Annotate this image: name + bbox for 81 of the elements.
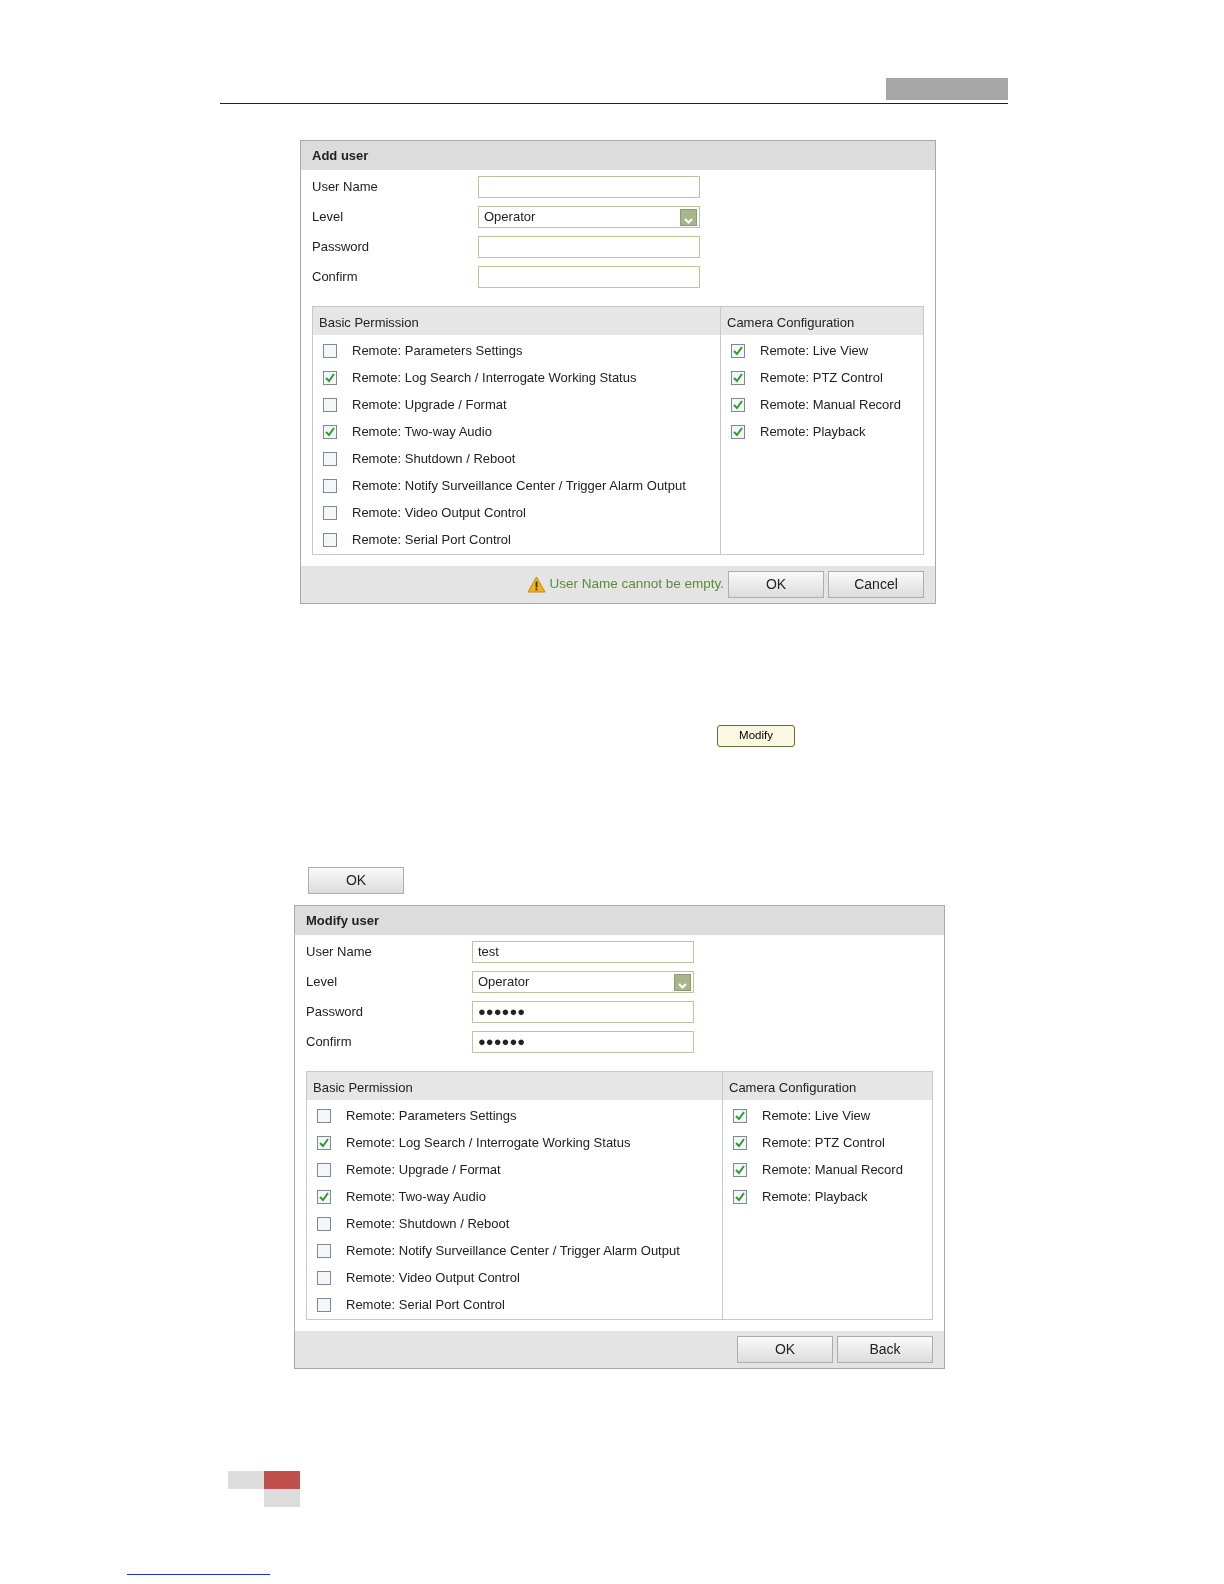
field-label: Password: [312, 238, 371, 257]
checkbox-label: Remote: Two-way Audio: [346, 1187, 486, 1206]
page-mark-drawing: [228, 1471, 300, 1507]
checkbox[interactable]: [733, 1162, 747, 1177]
checkbox[interactable]: [323, 397, 337, 412]
dialog-title: Add user: [301, 141, 935, 170]
checkbox[interactable]: [317, 1216, 331, 1231]
field-label: User Name: [312, 178, 379, 197]
input-field[interactable]: [478, 236, 700, 258]
level-dropdown[interactable]: Operator: [472, 971, 694, 993]
field-label: Confirm: [312, 268, 359, 287]
checkbox-label: Remote: Shutdown / Reboot: [346, 1214, 510, 1233]
checkbox-label: Remote: Live View: [760, 341, 869, 360]
checkbox-label: Remote: Manual Record: [762, 1160, 903, 1179]
checkbox[interactable]: [317, 1108, 331, 1123]
group-header: Basic Permission: [313, 307, 720, 335]
checkbox[interactable]: [317, 1270, 331, 1285]
field-label: User Name: [306, 943, 373, 962]
checkbox[interactable]: [323, 424, 337, 439]
checkbox-label: Remote: Serial Port Control: [346, 1295, 505, 1314]
checkbox[interactable]: [317, 1135, 331, 1150]
checkbox[interactable]: [733, 1189, 747, 1204]
field-label: Confirm: [306, 1033, 353, 1052]
checkbox[interactable]: [317, 1189, 331, 1204]
checkbox[interactable]: [323, 451, 337, 466]
checkbox[interactable]: [323, 343, 337, 358]
checkbox[interactable]: [317, 1243, 331, 1258]
checkbox[interactable]: [323, 505, 337, 520]
warning-message: User Name cannot be empty.: [549, 575, 724, 594]
checkbox-label: Remote: Parameters Settings: [346, 1106, 517, 1125]
chevron-icon: [674, 973, 691, 991]
group-header: Camera Configuration: [723, 1072, 932, 1100]
dialog-button[interactable]: OK: [737, 1336, 833, 1363]
checkbox-label: Remote: Notify Surveillance Center / Trigger Alarm Output: [346, 1241, 680, 1260]
checkbox-label: Remote: Log Search / Interrogate Working Status: [346, 1133, 631, 1152]
checkbox-label: Remote: PTZ Control: [760, 368, 883, 387]
checkbox-label: Remote: Playback: [762, 1187, 868, 1206]
checkbox-label: Remote: Notify Surveillance Center / Trigger Alarm Output: [352, 476, 686, 495]
checkbox[interactable]: [733, 1135, 747, 1150]
input-field[interactable]: ●●●●●●: [472, 1001, 694, 1023]
field-label: Password: [306, 1003, 365, 1022]
dialog-button[interactable]: Cancel: [828, 571, 924, 598]
checkbox[interactable]: [323, 532, 337, 547]
checkbox-label: Remote: Serial Port Control: [352, 530, 511, 549]
checkbox-label: Remote: PTZ Control: [762, 1133, 885, 1152]
field-label: Level: [306, 973, 339, 992]
input-field[interactable]: [478, 176, 700, 198]
checkbox-label: Remote: Upgrade / Format: [346, 1160, 501, 1179]
checkbox-label: Remote: Shutdown / Reboot: [352, 449, 516, 468]
checkbox[interactable]: [317, 1162, 331, 1177]
modify-button[interactable]: Modify: [717, 725, 795, 747]
checkbox[interactable]: [323, 370, 337, 385]
checkbox[interactable]: [731, 370, 745, 385]
checkbox-label: Remote: Upgrade / Format: [352, 395, 507, 414]
dialog-title: Modify user: [295, 906, 944, 935]
checkbox[interactable]: [733, 1108, 747, 1123]
checkbox-label: Remote: Manual Record: [760, 395, 901, 414]
input-field[interactable]: [478, 266, 700, 288]
checkbox-label: Remote: Two-way Audio: [352, 422, 492, 441]
input-field[interactable]: ●●●●●●: [472, 1031, 694, 1053]
level-dropdown[interactable]: Operator: [478, 206, 700, 228]
ok-button[interactable]: OK: [308, 867, 404, 894]
chevron-icon: [680, 208, 697, 226]
dialog-button[interactable]: Back: [837, 1336, 933, 1363]
checkbox[interactable]: [731, 397, 745, 412]
checkbox[interactable]: [731, 343, 745, 358]
checkbox-label: Remote: Video Output Control: [346, 1268, 520, 1287]
group-header: Camera Configuration: [721, 307, 923, 335]
group-header: Basic Permission: [307, 1072, 722, 1100]
checkbox[interactable]: [323, 478, 337, 493]
input-field[interactable]: test: [472, 941, 694, 963]
warning-icon: [527, 576, 547, 593]
checkbox-label: Remote: Video Output Control: [352, 503, 526, 522]
checkbox[interactable]: [731, 424, 745, 439]
checkbox-label: Remote: Parameters Settings: [352, 341, 523, 360]
checkbox-label: Remote: Live View: [762, 1106, 871, 1125]
checkbox-label: Remote: Log Search / Interrogate Working Status: [352, 368, 637, 387]
dialog-button[interactable]: OK: [728, 571, 824, 598]
checkbox-label: Remote: Playback: [760, 422, 866, 441]
checkbox[interactable]: [317, 1297, 331, 1312]
field-label: Level: [312, 208, 345, 227]
